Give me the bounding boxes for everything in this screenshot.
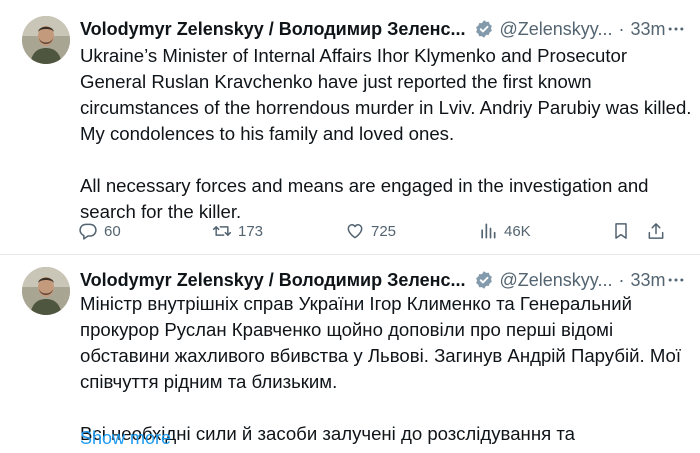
tweet-english[interactable]: Volodymyr Zelenskyy / Володимир Зеленс..… — [0, 0, 700, 255]
tweet-text: Ukraine’s Minister of Internal Affairs I… — [80, 43, 692, 225]
reply-count: 60 — [104, 222, 121, 240]
tweet-header: Volodymyr Zelenskyy / Володимир Зеленс..… — [80, 267, 686, 293]
more-dots-icon[interactable] — [665, 17, 686, 41]
tweet-ukrainian[interactable]: Volodymyr Zelenskyy / Володимир Зеленс..… — [0, 255, 700, 453]
author-handle[interactable]: @Zelenskyy... — [500, 270, 613, 291]
reply-icon — [79, 223, 97, 240]
timestamp[interactable]: 33m — [630, 19, 665, 40]
avatar-photo-icon — [22, 16, 70, 64]
share-icon — [648, 223, 664, 239]
views-chart-icon — [481, 223, 496, 239]
bookmark-icon — [615, 223, 627, 239]
share-button[interactable] — [646, 218, 666, 244]
separator-dot: · — [618, 18, 625, 39]
heart-icon — [347, 224, 363, 239]
views-button[interactable]: 46K — [478, 218, 531, 244]
views-count: 46K — [504, 222, 531, 240]
author-name[interactable]: Volodymyr Zelenskyy / Володимир Зеленс..… — [80, 19, 466, 40]
verified-badge-icon[interactable] — [474, 270, 494, 290]
timestamp[interactable]: 33m — [630, 270, 665, 291]
tweet-header: Volodymyr Zelenskyy / Володимир Зеленс..… — [80, 16, 686, 42]
like-count: 725 — [371, 222, 397, 240]
more-dots-icon[interactable] — [665, 268, 686, 292]
separator-dot: · — [618, 269, 625, 290]
tweet-paragraph: Всі необхідні сили й засоби залучені до … — [80, 423, 575, 444]
tweet-text: Міністр внутрішніх справ України Ігор Кл… — [80, 291, 692, 447]
tweet-paragraph: Ukraine’s Minister of Internal Affairs I… — [80, 45, 692, 144]
avatar[interactable] — [22, 16, 70, 64]
author-name[interactable]: Volodymyr Zelenskyy / Володимир Зеленс..… — [80, 270, 466, 291]
like-button[interactable]: 725 — [345, 218, 396, 244]
tweet-actions: 60 173 725 46K — [78, 218, 678, 244]
repost-button[interactable]: 173 — [212, 218, 263, 244]
repost-icon — [212, 226, 232, 236]
avatar-photo-icon — [22, 267, 70, 315]
repost-count: 173 — [238, 222, 264, 240]
show-more-link[interactable]: Show more — [80, 428, 171, 449]
author-handle[interactable]: @Zelenskyy... — [500, 19, 613, 40]
bookmark-button[interactable] — [611, 218, 631, 244]
avatar[interactable] — [22, 267, 70, 315]
tweet-paragraph: Міністр внутрішніх справ України Ігор Кл… — [80, 293, 682, 392]
verified-badge-icon[interactable] — [474, 19, 494, 39]
reply-button[interactable]: 60 — [78, 218, 121, 244]
